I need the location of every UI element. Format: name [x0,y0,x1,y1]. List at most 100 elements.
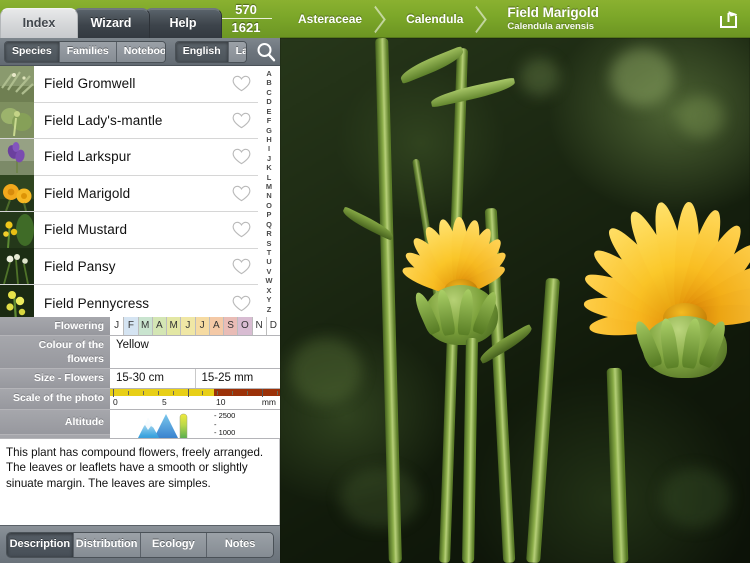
attribute-value: JFMAMJJASOND [110,317,280,335]
flowering-month-5: M [167,317,182,335]
tab-description[interactable]: Description [7,532,74,557]
breadcrumb-family[interactable]: Asteraceae [280,0,388,37]
language-segmented-control: English Latin [174,40,247,63]
ruler-tick [202,391,204,395]
description-text: This plant has compound flowers, freely … [0,438,280,525]
left-panel: Index Wizard Help 570 1621 Species Famil… [0,0,280,563]
alpha-letter[interactable]: I [268,144,270,153]
ruler-tick [277,391,279,395]
alpha-letter[interactable]: R [266,229,271,238]
list-item[interactable]: Field Marigold [0,175,258,212]
ruler-tick-5: 5 [162,397,167,407]
language-english[interactable]: English [175,41,229,62]
favorite-toggle[interactable] [224,185,258,202]
tab-help[interactable]: Help [144,8,222,38]
attribute-row-size: Size - Flowers 15-30 cm 15-25 mm [0,369,280,389]
flowering-months: JFMAMJJASOND [110,317,280,335]
favorite-toggle[interactable] [224,221,258,238]
alpha-letter[interactable]: E [267,107,272,116]
favorite-toggle[interactable] [224,75,258,92]
attribute-label: Colour of the flowers [0,336,110,368]
alpha-letter[interactable]: W [266,276,273,285]
flower-left [376,216,546,366]
favorite-toggle[interactable] [224,148,258,165]
flowering-month-6: J [181,317,196,335]
alpha-letter[interactable]: H [266,135,271,144]
language-latin[interactable]: Latin [228,41,246,62]
alpha-letter[interactable]: U [266,257,271,266]
share-button[interactable] [716,7,742,31]
altitude-mark: - 2500 [214,411,236,420]
alpha-letter[interactable]: B [266,78,271,87]
tab-distribution[interactable]: Distribution [73,532,141,557]
list-item[interactable]: Field Pennycress [0,285,258,317]
species-thumbnail [0,285,34,317]
tab-wizard[interactable]: Wizard [72,8,150,38]
search-button[interactable] [256,42,276,62]
mode-families[interactable]: Families [59,41,117,62]
share-icon [718,9,740,29]
species-thumbnail [0,211,34,248]
species-name: Field Mustard [44,222,128,238]
breadcrumb-genus[interactable]: Calendula [388,0,489,37]
species-thumbnail [0,102,34,139]
alpha-letter[interactable]: Z [267,305,272,314]
bottom-tab-bar: Description Distribution Ecology Notes [0,525,280,563]
flowering-month-8: A [209,317,224,335]
alpha-letter[interactable]: J [267,154,271,163]
top-tabs: Index Wizard Help [0,8,222,38]
alpha-letter[interactable]: A [266,69,271,78]
flowering-month-3: M [138,317,153,335]
species-name: Field Pansy [44,258,116,274]
favorite-toggle[interactable] [224,295,258,312]
alpha-letter[interactable]: K [266,163,271,172]
flowering-month-12: D [266,317,280,335]
alpha-letter[interactable]: F [267,116,272,125]
species-list[interactable]: Field Gromwell Field Lady's-mantle Field… [0,66,258,317]
detail-segmented-control: Description Distribution Ecology Notes [6,531,274,558]
species-thumbnail [0,175,34,212]
breadcrumb-latin-name: Calendula arvensis [507,21,595,32]
mode-notebook[interactable]: Notebook [116,41,165,62]
species-name: Field Larkspur [44,149,131,165]
list-item[interactable]: Field Pansy [0,248,258,285]
alpha-letter[interactable]: L [267,173,272,182]
size-plant-value: 15-30 cm [110,369,196,388]
flowering-month-4: A [152,317,167,335]
tab-index[interactable]: Index [0,8,78,38]
breadcrumb-label: Field Marigold [507,5,599,20]
favorite-toggle[interactable] [224,112,258,129]
species-name: Field Marigold [44,185,131,201]
species-counter: 570 1621 [220,2,272,35]
favorite-toggle[interactable] [224,258,258,275]
alpha-letter[interactable]: T [267,248,272,257]
mode-species[interactable]: Species [5,41,60,62]
alpha-letter[interactable]: D [266,97,271,106]
attribute-value: 15-30 cm 15-25 mm [110,369,280,388]
species-photo[interactable] [280,38,750,563]
alpha-letter[interactable]: M [266,182,272,191]
alphabet-index-rail[interactable]: A B C D E F G H I J K L M N O P Q R S T … [258,66,280,317]
ruler-unit: mm [261,397,276,407]
flowering-month-10: O [238,317,253,335]
alpha-letter[interactable]: Q [266,220,272,229]
list-item[interactable]: Field Gromwell [0,66,258,103]
alpha-letter[interactable]: N [266,191,271,200]
alpha-letter[interactable]: V [267,267,272,276]
ruler-tick [113,389,114,397]
alpha-letter[interactable]: O [266,201,272,210]
alpha-letter[interactable]: X [267,286,272,295]
tab-ecology[interactable]: Ecology [140,532,208,557]
alpha-letter[interactable]: Y [267,295,272,304]
alpha-letter[interactable]: G [266,126,272,135]
alpha-letter[interactable]: S [267,239,272,248]
list-item[interactable]: Field Lady's-mantle [0,102,258,139]
attribute-label: Flowering [0,317,110,335]
list-item[interactable]: Field Larkspur [0,138,258,176]
ruler-tick [127,391,129,395]
breadcrumb-label: Calendula [406,11,464,26]
tab-notes[interactable]: Notes [207,532,273,557]
list-item[interactable]: Field Mustard [0,211,258,249]
alpha-letter[interactable]: P [267,210,272,219]
alpha-letter[interactable]: C [266,88,271,97]
